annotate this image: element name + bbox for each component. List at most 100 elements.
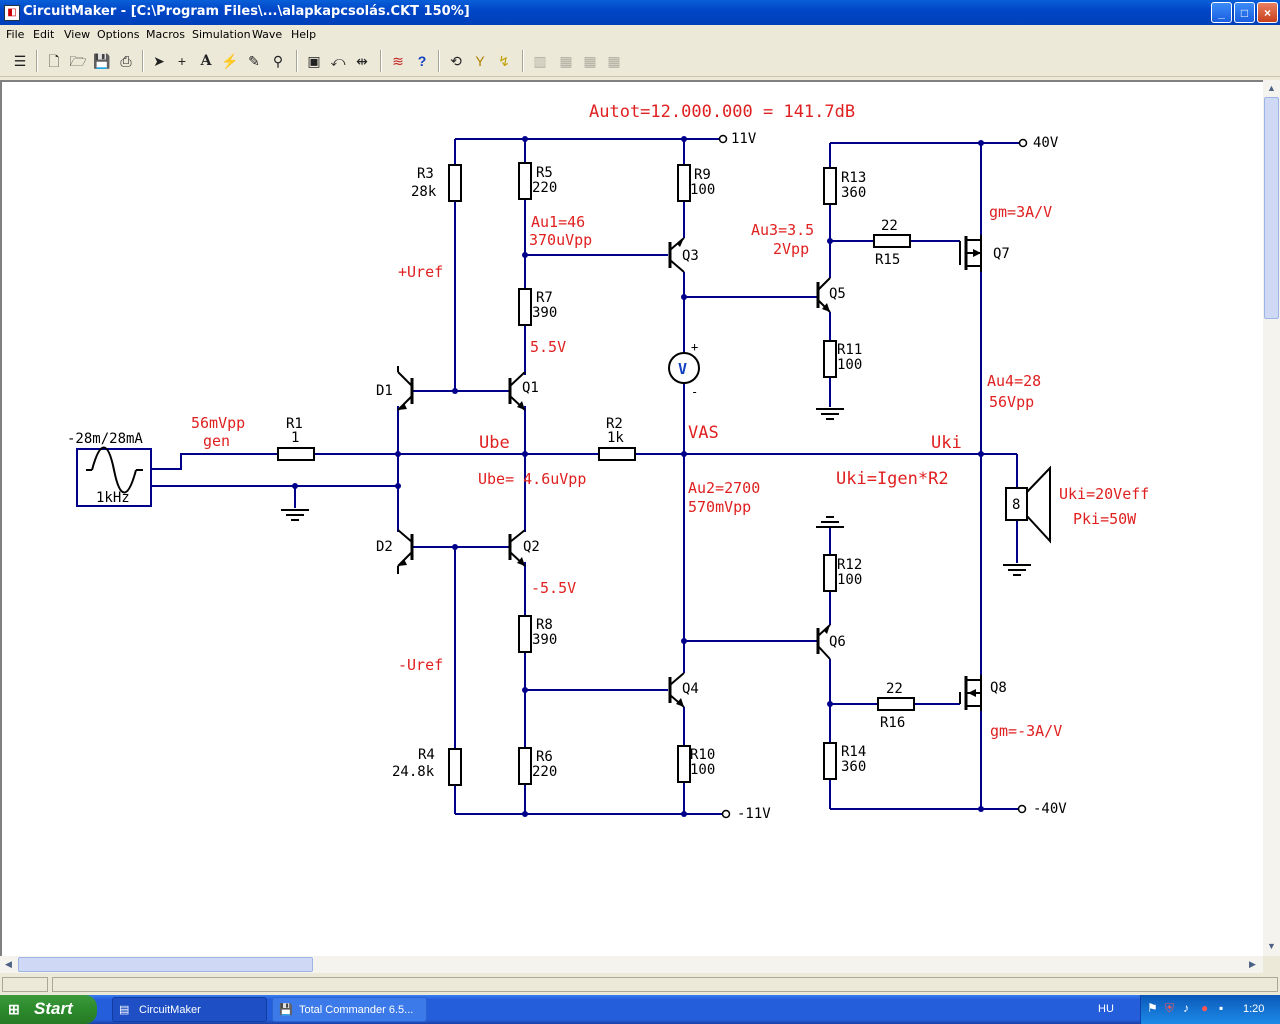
d2-label: D2 — [376, 539, 393, 555]
scroll-right-icon[interactable]: ▶ — [1245, 957, 1260, 972]
speaker-impedance: 8 — [1012, 497, 1020, 513]
vertical-scroll-thumb[interactable] — [1264, 97, 1279, 319]
zoom-fit-icon[interactable]: ▣ — [304, 51, 324, 71]
r1-value: 1 — [291, 430, 299, 446]
vertical-scrollbar[interactable]: ▲ ▼ — [1263, 80, 1280, 956]
au2: Au2=2700 — [688, 479, 760, 497]
voltmeter-plus: + — [691, 340, 698, 354]
au1: Au1=46 — [531, 213, 585, 231]
paint-tool-icon[interactable]: ✎ — [244, 51, 264, 71]
au2-vpp: 570mVpp — [688, 498, 751, 516]
menu-help[interactable]: Help — [291, 28, 316, 41]
r5-name: R5 — [536, 165, 553, 181]
source-amplitude: 56mVpp — [191, 414, 245, 432]
scroll-left-icon[interactable]: ◀ — [1, 957, 16, 972]
open-icon[interactable]: 🗁 — [68, 51, 88, 71]
save-icon[interactable]: 💾 — [92, 51, 112, 71]
r10-value: 100 — [690, 762, 715, 778]
horizontal-scrollbar[interactable]: ◀ ▶ — [0, 956, 1263, 973]
start-button[interactable]: ⊞ Start — [0, 995, 97, 1024]
close-button[interactable]: × — [1257, 2, 1278, 23]
r9-value: 100 — [690, 182, 715, 198]
volume-icon[interactable]: ♪ — [1183, 1001, 1189, 1015]
group2-icon[interactable]: ▦ — [556, 51, 576, 71]
au4-vpp: 56Vpp — [989, 393, 1034, 411]
network-icon[interactable]: ⚑ — [1147, 1001, 1158, 1015]
gm-q8: gm=-3A/V — [990, 722, 1062, 740]
bjt-symbols — [397, 237, 831, 708]
app-icon[interactable]: ◧ — [4, 5, 20, 21]
uki-label: Uki — [931, 433, 962, 453]
group4-icon[interactable]: ▦ — [604, 51, 624, 71]
digital-analog-icon[interactable]: ≋ — [388, 51, 408, 71]
print-icon[interactable]: ⎙ — [116, 51, 136, 71]
source-name: gen — [203, 432, 230, 450]
vas-label: VAS — [688, 423, 719, 443]
menu-wave[interactable]: Wave — [252, 28, 282, 41]
r10-name: R10 — [690, 747, 715, 763]
clock[interactable]: 1:20 — [1243, 1003, 1264, 1015]
menu-edit[interactable]: Edit — [33, 28, 54, 41]
ube-value: Ube= 4.6uVpp — [478, 470, 586, 488]
r9-name: R9 — [694, 167, 711, 183]
r12-name: R12 — [837, 557, 862, 573]
text-tool-icon[interactable]: A — [196, 51, 216, 71]
shield-icon[interactable]: ⛨ — [1165, 1001, 1174, 1016]
mirror-icon[interactable]: ⇹ — [352, 51, 372, 71]
group1-icon[interactable]: ▥ — [530, 51, 550, 71]
schematic-canvas[interactable]: 11V -11V 40V -40V -28m/28mA 1kHz R3 28k … — [0, 80, 1263, 956]
q8-label: Q8 — [990, 680, 1007, 696]
status-pane-1 — [2, 977, 48, 992]
system-tray: ⚑ ⛨ ♪ ● ▪ 1:20 — [1140, 995, 1280, 1024]
r7-value: 390 — [532, 305, 557, 321]
task-total-commander[interactable]: 💾 Total Commander 6.5... — [272, 997, 427, 1022]
q1-label: Q1 — [522, 380, 539, 396]
r3-value: 28k — [411, 184, 437, 200]
q4-label: Q4 — [682, 681, 699, 697]
parts-icon[interactable]: ☰ — [10, 51, 30, 71]
device-icon[interactable]: ▪ — [1219, 1001, 1223, 1015]
voltmeter-minus: - — [691, 385, 698, 399]
probe-tool-icon[interactable]: ⚡ — [220, 51, 240, 71]
scroll-down-icon[interactable]: ▼ — [1264, 939, 1279, 954]
uki-eff: Uki=20Veff — [1059, 485, 1149, 503]
r4-name: R4 — [418, 747, 435, 763]
ube-label: Ube — [479, 433, 510, 453]
mosfet-symbols — [959, 235, 982, 711]
trace-icon[interactable]: Y — [470, 51, 490, 71]
menu-bar: File Edit View Options Macros Simulation… — [0, 25, 1280, 45]
menu-file[interactable]: File — [6, 28, 24, 41]
voltmeter-v: V — [678, 360, 687, 378]
task-circuitmaker[interactable]: ▤ CircuitMaker — [112, 997, 267, 1022]
rotate-icon[interactable]: ⤺ — [328, 51, 348, 71]
horizontal-scroll-thumb[interactable] — [18, 957, 313, 972]
scroll-up-icon[interactable]: ▲ — [1264, 81, 1279, 96]
source-freq: 1kHz — [96, 490, 130, 506]
run-icon[interactable]: ↯ — [494, 51, 514, 71]
help-icon[interactable]: ? — [412, 51, 432, 71]
maximize-button[interactable]: □ — [1234, 2, 1255, 23]
zoom-tool-icon[interactable]: ⚲ — [268, 51, 288, 71]
menu-options[interactable]: Options — [97, 28, 139, 41]
minimize-button[interactable]: _ — [1211, 2, 1232, 23]
language-indicator[interactable]: HU — [1098, 1003, 1114, 1015]
title-bar[interactable]: ◧ CircuitMaker - [C:\Program Files\...\a… — [0, 0, 1280, 25]
menu-view[interactable]: View — [64, 28, 90, 41]
rail-m11v: -11V — [737, 806, 771, 822]
r13-value: 360 — [841, 185, 866, 201]
uref-neg: -Uref — [398, 656, 443, 674]
r2-value: 1k — [607, 430, 624, 446]
group3-icon[interactable]: ▦ — [580, 51, 600, 71]
au1-vpp: 370uVpp — [529, 231, 592, 249]
wire-tool-icon[interactable]: + — [172, 51, 192, 71]
arrow-tool-icon[interactable]: ➤ — [149, 51, 169, 71]
v-5-5: 5.5V — [530, 338, 566, 356]
new-icon[interactable]: 🗋 — [44, 51, 64, 71]
menu-simulation[interactable]: Simulation — [192, 28, 251, 41]
q2-label: Q2 — [523, 539, 540, 555]
r8-name: R8 — [536, 617, 553, 633]
undo-icon[interactable]: ⟲ — [446, 51, 466, 71]
security-icon[interactable]: ● — [1201, 1001, 1208, 1015]
status-pane-2 — [52, 977, 1278, 992]
menu-macros[interactable]: Macros — [146, 28, 185, 41]
